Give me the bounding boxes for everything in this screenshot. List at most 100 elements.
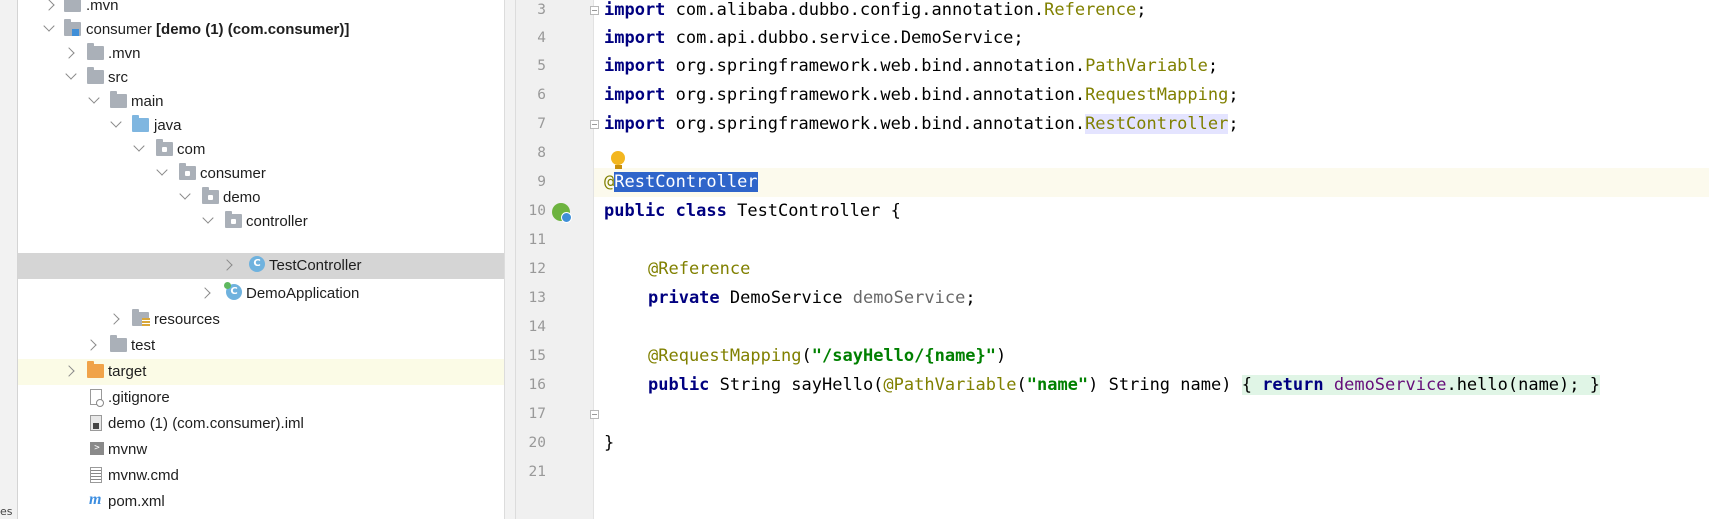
module-file-icon — [90, 415, 102, 431]
chevron-down-icon[interactable] — [88, 92, 100, 104]
tree-row-iml[interactable]: demo (1) (com.consumer).iml — [18, 411, 504, 437]
fold-marker-icon[interactable] — [590, 120, 599, 129]
token: ( — [801, 346, 812, 366]
tree-row-java[interactable]: java — [18, 113, 504, 139]
token: ; — [965, 288, 976, 308]
tree-row-demo[interactable]: demo — [18, 185, 504, 211]
token: "/sayHello/{name}" — [811, 346, 997, 366]
tree-row-label: target — [108, 363, 147, 380]
chevron-right-icon[interactable] — [63, 47, 75, 59]
chevron-down-icon[interactable] — [43, 20, 55, 32]
project-tree: .mvn consumer [demo (1) (com.consumer)] … — [18, 0, 504, 519]
code-line-7: import org.springframework.web.bind.anno… — [604, 110, 1239, 139]
token: public — [648, 375, 710, 395]
fold-marker-icon[interactable] — [590, 6, 599, 15]
token: ; — [1228, 85, 1239, 105]
tree-row-consumer-module[interactable]: consumer [demo (1) (com.consumer)] — [18, 17, 504, 43]
tree-row-test[interactable]: test — [18, 333, 504, 359]
token: DemoService — [719, 288, 853, 308]
line-number: 11 — [528, 232, 546, 248]
token: import — [604, 114, 666, 134]
lightbulb-icon[interactable] — [611, 151, 625, 169]
token: PathVariable — [1085, 56, 1208, 76]
token: "name" — [1026, 375, 1089, 395]
token: org.springframework.web.bind.annotation. — [665, 114, 1086, 134]
chevron-down-icon[interactable] — [110, 116, 122, 128]
tree-row-label: controller — [246, 213, 308, 230]
tree-row-mvn[interactable]: .mvn — [18, 41, 504, 67]
chevron-right-icon[interactable] — [221, 259, 233, 271]
token: import — [604, 56, 666, 76]
tree-row-target[interactable]: target — [18, 359, 504, 385]
tree-row-gitignore[interactable]: .gitignore — [18, 385, 504, 411]
chevron-down-icon[interactable] — [65, 68, 77, 80]
chevron-right-icon[interactable] — [108, 313, 120, 325]
line-number: 7 — [537, 116, 546, 132]
package-icon — [202, 187, 219, 204]
line-number: 4 — [537, 30, 546, 46]
tree-row-mvnw[interactable]: > mvnw — [18, 437, 504, 463]
panel-splitter[interactable] — [504, 0, 516, 519]
tree-row-label: .mvn — [108, 45, 141, 62]
token: com.api.dubbo.service.DemoService; — [665, 28, 1024, 48]
tree-row-src[interactable]: src — [18, 65, 504, 91]
chevron-down-icon[interactable] — [179, 188, 191, 200]
tree-row-test-controller[interactable]: C TestController — [18, 253, 504, 279]
code-line-17: public String sayHello(@PathVariable("na… — [648, 371, 1600, 400]
caret-line-highlight — [594, 168, 1709, 197]
maven-icon: m — [89, 491, 102, 508]
tree-row-label: demo — [223, 189, 261, 206]
tree-row-consumer-package[interactable]: consumer — [18, 161, 504, 187]
tree-row-resources[interactable]: resources — [18, 307, 504, 333]
line-number: 16 — [528, 377, 546, 393]
token: } — [1589, 375, 1600, 395]
tree-row-label: consumer [demo (1) (com.consumer)] — [86, 17, 349, 43]
spring-boot-class-icon: C — [224, 282, 242, 300]
tree-row-com[interactable]: com — [18, 137, 504, 163]
line-number: 12 — [528, 261, 546, 277]
token: ; — [1228, 114, 1239, 134]
token: TestController { — [726, 201, 901, 221]
token: com.alibaba.dubbo.config.annotation. — [665, 0, 1045, 20]
token: class — [675, 201, 727, 221]
tree-row-mvnw-cmd[interactable]: mvnw.cmd — [18, 463, 504, 489]
token: demoService — [852, 288, 966, 308]
chevron-right-icon[interactable] — [43, 0, 55, 11]
code-line-5: import org.springframework.web.bind.anno… — [604, 52, 1218, 81]
package-icon — [179, 163, 196, 180]
spring-bean-icon[interactable] — [552, 203, 572, 223]
module-qualifier: [demo (1) (com.consumer)] — [156, 21, 350, 38]
fold-marker-icon[interactable] — [590, 410, 599, 419]
tree-row-label: com — [177, 141, 206, 158]
text-file-icon — [90, 467, 102, 483]
resources-folder-icon — [132, 309, 150, 326]
tree-row-main[interactable]: main — [18, 89, 504, 115]
tree-row-pom[interactable]: m pom.xml — [18, 489, 504, 515]
tree-row-label: consumer — [200, 165, 266, 182]
code-line-3: import com.alibaba.dubbo.config.annotati… — [604, 0, 1147, 25]
terminal-script-icon: > — [90, 442, 104, 455]
chevron-down-icon[interactable] — [156, 164, 168, 176]
tree-row-demo-application[interactable]: C DemoApplication — [18, 281, 504, 307]
java-class-icon: C — [249, 256, 265, 272]
chevron-down-icon[interactable] — [133, 140, 145, 152]
line-number: 5 — [537, 58, 546, 74]
token: ; — [1136, 0, 1147, 20]
token: @RequestMapping — [648, 346, 802, 366]
chevron-right-icon[interactable] — [85, 339, 97, 351]
tree-row-controller[interactable]: controller — [18, 209, 504, 235]
side-tab-label[interactable]: es — [0, 505, 13, 518]
gitignore-file-icon — [90, 389, 104, 407]
token: RestController — [1085, 114, 1229, 134]
code-line-10: public class TestController { — [604, 197, 901, 226]
line-number: 14 — [528, 319, 546, 335]
folder-icon — [64, 0, 81, 12]
token: ) — [996, 346, 1007, 366]
token: org.springframework.web.bind.annotation. — [665, 85, 1086, 105]
tree-row-label: pom.xml — [108, 493, 165, 510]
token — [1323, 375, 1334, 395]
chevron-right-icon[interactable] — [63, 365, 75, 377]
chevron-right-icon[interactable] — [199, 287, 211, 299]
token: } — [604, 433, 615, 453]
chevron-down-icon[interactable] — [202, 212, 214, 224]
